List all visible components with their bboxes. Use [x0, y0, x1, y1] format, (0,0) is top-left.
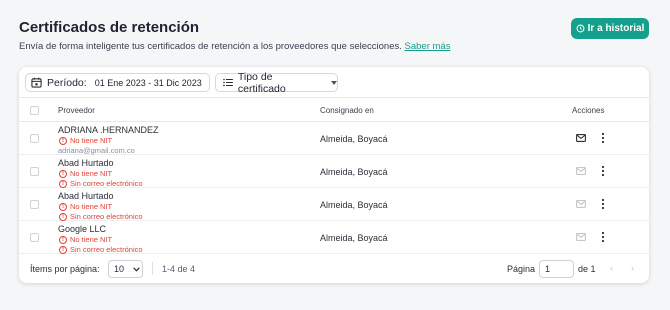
alert-icon: !	[59, 245, 67, 254]
warning-no-email: ! Sin correo electrónico	[59, 245, 143, 254]
table-header: Proveedor Consignado en Acciones	[19, 97, 649, 122]
subtitle-text: Envía de forma inteligente tus certifica…	[19, 41, 402, 52]
certificates-card: Período: 01 Ene 2023 - 31 Dic 2023 Tipo …	[19, 67, 649, 283]
alert-icon: !	[59, 235, 67, 244]
send-mail-icon	[576, 200, 586, 208]
row-checkbox[interactable]	[30, 233, 39, 242]
row-checkbox[interactable]	[30, 167, 39, 176]
warning-no-nit: ! No tiene NIT	[59, 202, 112, 211]
column-header-consigned: Consignado en	[320, 106, 374, 115]
table-row: Abad Hurtado ! No tiene NIT ! Sin correo…	[19, 188, 649, 221]
page-input-value: 1	[545, 264, 551, 274]
chevron-down-icon	[331, 80, 337, 85]
send-mail-icon	[576, 167, 586, 175]
table-row: Abad Hurtado ! No tiene NIT ! Sin correo…	[19, 155, 649, 188]
consigned-city: Almeida, Boyacá	[320, 134, 388, 144]
history-button[interactable]: Ir a historial	[571, 18, 649, 39]
alert-icon: !	[59, 179, 67, 188]
page-total: de 1	[578, 264, 596, 274]
select-all-checkbox[interactable]	[30, 106, 39, 115]
send-mail-icon[interactable]	[576, 134, 586, 142]
row-checkbox[interactable]	[30, 200, 39, 209]
row-checkbox[interactable]	[30, 134, 39, 143]
next-page-button[interactable]: ›	[631, 263, 634, 273]
history-button-label: Ir a historial	[587, 23, 645, 34]
calendar-icon	[31, 77, 42, 88]
column-header-actions: Acciones	[572, 106, 605, 115]
certificate-type-dropdown[interactable]: Tipo de certificado	[215, 70, 338, 95]
period-value: 01 Ene 2023 - 31 Dic 2023	[94, 77, 202, 88]
consigned-city: Almeida, Boyacá	[320, 167, 388, 177]
warning-no-nit: ! No tiene NIT	[59, 169, 112, 178]
table-row: Google LLC ! No tiene NIT ! Sin correo e…	[19, 221, 649, 254]
warning-no-email: ! Sin correo electrónico	[59, 212, 143, 221]
page-title: Certificados de retención	[19, 19, 200, 36]
alert-icon: !	[59, 136, 67, 145]
warning-no-nit: ! No tiene NIT	[59, 136, 112, 145]
column-header-provider: Proveedor	[58, 106, 95, 115]
list-icon	[223, 78, 233, 87]
send-mail-icon	[576, 233, 586, 241]
items-per-page-select[interactable]: 10	[108, 260, 143, 278]
items-per-page-label: Ítems por página:	[30, 264, 100, 274]
pagination-bar: Ítems por página: 10 1-4 de 4 Página 1 d…	[19, 254, 649, 283]
alert-icon: !	[59, 202, 67, 211]
provider-email: adriana@gmail.com.co	[58, 146, 135, 155]
period-filter[interactable]: Período: 01 Ene 2023 - 31 Dic 2023	[25, 73, 210, 92]
warning-no-email: ! Sin correo electrónico	[59, 179, 143, 188]
chevron-down-icon	[133, 266, 140, 272]
filters-toolbar: Período: 01 Ene 2023 - 31 Dic 2023 Tipo …	[19, 67, 649, 97]
provider-name: Google LLC	[58, 224, 107, 234]
provider-name: ADRIANA .HERNANDEZ	[58, 125, 159, 135]
items-per-page-value: 10	[114, 264, 125, 274]
prev-page-button[interactable]: ‹	[610, 263, 613, 273]
page-input[interactable]: 1	[539, 260, 574, 278]
provider-name: Abad Hurtado	[58, 158, 114, 168]
warning-no-nit: ! No tiene NIT	[59, 235, 112, 244]
more-options-icon[interactable]	[601, 198, 605, 210]
history-icon	[576, 24, 585, 33]
page-subtitle: Envía de forma inteligente tus certifica…	[19, 41, 450, 52]
provider-name: Abad Hurtado	[58, 191, 114, 201]
consigned-city: Almeida, Boyacá	[320, 200, 388, 210]
more-options-icon[interactable]	[601, 132, 605, 144]
consigned-city: Almeida, Boyacá	[320, 233, 388, 243]
period-label: Período:	[47, 76, 87, 89]
divider	[152, 262, 153, 275]
range-text: 1-4 de 4	[162, 264, 196, 274]
alert-icon: !	[59, 212, 67, 221]
table-row: ADRIANA .HERNANDEZ ! No tiene NIT adrian…	[19, 122, 649, 155]
alert-icon: !	[59, 169, 67, 178]
more-options-icon[interactable]	[601, 165, 605, 177]
page-label: Página	[507, 264, 536, 274]
learn-more-link[interactable]: Saber más	[405, 41, 451, 52]
more-options-icon[interactable]	[601, 231, 605, 243]
certificate-type-label: Tipo de certificado	[237, 70, 286, 95]
